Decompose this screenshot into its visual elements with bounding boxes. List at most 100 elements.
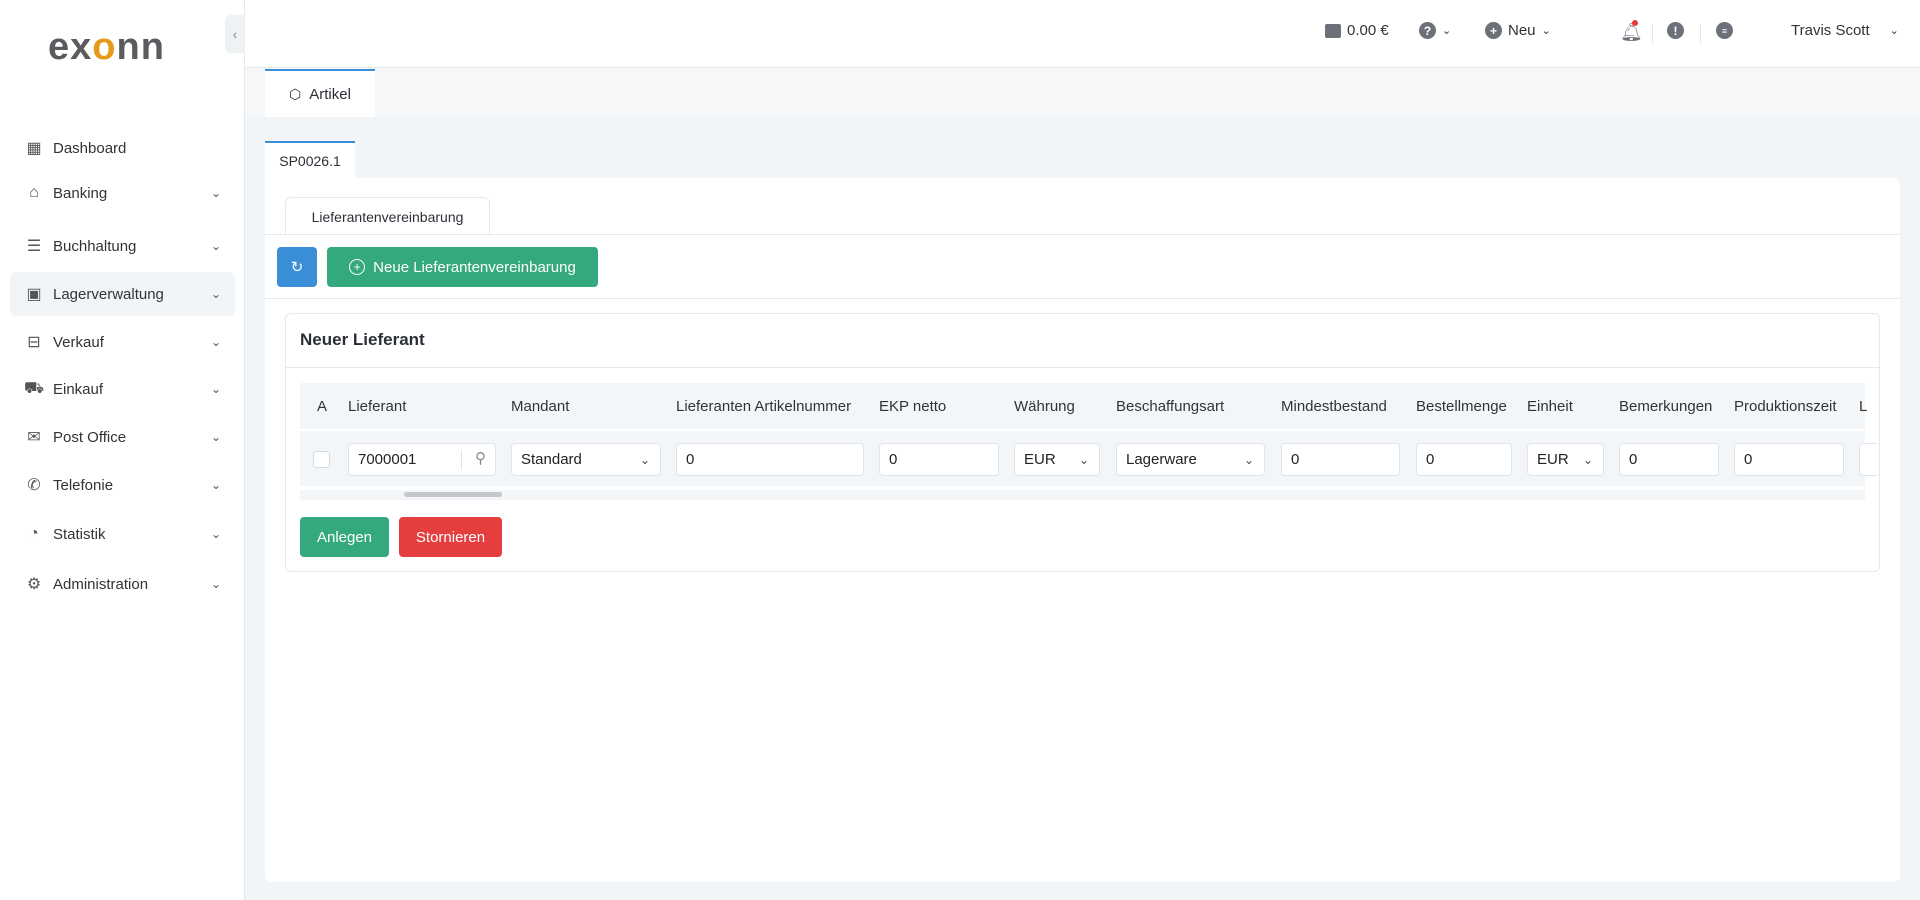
column-header: Lieferant <box>348 398 407 415</box>
divider <box>1700 24 1701 44</box>
user-menu[interactable]: Travis Scott ⌄ <box>1791 22 1899 39</box>
new-agreement-button[interactable]: + Neue Lieferantenvereinbarung <box>327 247 598 287</box>
divider <box>461 450 462 470</box>
divider <box>265 234 1900 235</box>
exonn-logo: exonn <box>48 26 165 68</box>
ekp-input[interactable]: 0 <box>879 443 999 476</box>
mandant-select[interactable]: Standard ⌄ <box>511 443 661 476</box>
artikelnummer-input[interactable]: 0 <box>676 443 864 476</box>
refresh-icon: ↻ <box>290 259 304 276</box>
column-header: Beschaffungsart <box>1116 398 1225 415</box>
anlegen-button[interactable]: Anlegen <box>300 517 389 557</box>
row-checkbox[interactable] <box>313 451 330 468</box>
divider <box>286 367 1879 368</box>
gear-icon: ⚙ <box>26 576 42 593</box>
column-header: Währung <box>1014 398 1075 415</box>
plus-circle-icon: + <box>1485 22 1502 39</box>
bank-icon: ⌂ <box>29 184 39 201</box>
produktionszeit-input[interactable]: 0 <box>1734 443 1844 476</box>
card-title: Neuer Lieferant <box>300 330 425 349</box>
sidebar-item-administration[interactable]: ⚙ Administration ⌄ <box>10 562 235 606</box>
topbar: 0.00 € ? ⌄ + Neu ⌄ 🔔︎ ! ≡ Travis Scott ⌄ <box>245 0 1920 68</box>
sidebar-item-telefonie[interactable]: ✆ Telefonie ⌄ <box>10 463 235 507</box>
column-header: Bemerkungen <box>1619 398 1713 415</box>
partial-input[interactable] <box>1859 443 1879 476</box>
help-icon: ? <box>1419 22 1436 39</box>
column-header: A <box>317 398 328 415</box>
chevron-down-icon: ⌄ <box>210 186 221 200</box>
notifications-button[interactable]: 🔔︎ <box>1620 20 1643 43</box>
tab-strip <box>245 68 1920 117</box>
einheit-select[interactable]: EUR ⌄ <box>1527 443 1604 476</box>
chat-button[interactable]: ≡ <box>1716 22 1733 39</box>
collapse-sidebar-button[interactable]: ‹ <box>225 15 245 53</box>
plus-circle-icon: + <box>349 259 366 275</box>
beschaffungsart-select[interactable]: Lagerware ⌄ <box>1116 443 1265 476</box>
bestellmenge-input[interactable]: 0 <box>1416 443 1512 476</box>
chevron-down-icon: ⌄ <box>1442 25 1452 37</box>
chevron-down-icon: ⌄ <box>210 527 221 541</box>
divider <box>1652 24 1653 44</box>
column-header: Produktionszeit <box>1734 398 1837 415</box>
chevron-down-icon: ⌄ <box>210 382 221 396</box>
sidebar: exonn ‹ ▦ Dashboard ⌂ Banking ⌄ ☰ Buchhaltung ⌄… <box>0 0 245 900</box>
alerts-button[interactable]: ! <box>1667 22 1684 39</box>
chevron-down-icon: ⌄ <box>210 430 221 444</box>
column-header: Lieferanten Artikelnummer <box>676 398 852 415</box>
column-header: Mandant <box>511 398 570 415</box>
cart-icon: ⛟ <box>24 380 45 397</box>
chevron-down-icon: ⌄ <box>210 239 221 253</box>
scrollbar-thumb[interactable] <box>404 492 502 497</box>
new-menu[interactable]: + Neu ⌄ <box>1485 22 1551 39</box>
mindestbestand-input[interactable]: 0 <box>1281 443 1400 476</box>
chevron-down-icon: ⌄ <box>1582 452 1593 467</box>
sidebar-item-dashboard[interactable]: ▦ Dashboard <box>10 126 235 170</box>
lieferant-input[interactable]: 7000001 ⚲ <box>348 443 496 476</box>
phone-icon: ✆ <box>27 477 41 494</box>
column-header: L <box>1859 398 1868 415</box>
divider <box>265 298 1900 299</box>
sidebar-item-buchhaltung[interactable]: ☰ Buchhaltung ⌄ <box>10 224 235 268</box>
mail-icon: ✉ <box>27 429 41 446</box>
refresh-button[interactable]: ↻ <box>277 247 317 287</box>
chevron-down-icon: ⌄ <box>1243 452 1254 467</box>
chevron-down-icon: ⌄ <box>1078 452 1089 467</box>
chevron-down-icon: ⌄ <box>210 478 221 492</box>
chevron-left-icon: ‹ <box>232 26 238 42</box>
sidebar-item-banking[interactable]: ⌂ Banking ⌄ <box>10 171 235 215</box>
stornieren-button[interactable]: Stornieren <box>399 517 502 557</box>
column-header: Mindestbestand <box>1281 398 1387 415</box>
wallet-icon <box>1325 23 1341 38</box>
notification-dot <box>1632 20 1638 26</box>
sidebar-item-verkauf[interactable]: ⊟ Verkauf ⌄ <box>10 320 235 364</box>
tab-artikel[interactable]: ⬡ Artikel <box>265 69 375 117</box>
tab-record[interactable]: SP0026.1 <box>265 141 355 179</box>
chevron-down-icon: ⌄ <box>210 577 221 591</box>
tab-lieferantenvereinbarung[interactable]: Lieferantenvereinbarung <box>285 197 490 235</box>
box-icon: ⬡ <box>289 85 302 102</box>
exclamation-icon: ! <box>1667 22 1684 39</box>
help-menu[interactable]: ? ⌄ <box>1419 22 1451 39</box>
chevron-down-icon: ⌄ <box>639 452 650 467</box>
grid-icon: ▦ <box>26 140 42 157</box>
bemerkungen-input[interactable]: 0 <box>1619 443 1719 476</box>
sidebar-item-lagerverwaltung[interactable]: ▣ Lagerverwaltung ⌄ <box>10 272 235 316</box>
chevron-down-icon: ⌄ <box>1541 25 1551 37</box>
sidebar-item-post-office[interactable]: ✉ Post Office ⌄ <box>10 415 235 459</box>
chevron-down-icon: ⌄ <box>210 287 221 301</box>
sidebar-item-statistik[interactable]: ◔ Statistik ⌄ <box>10 512 235 556</box>
column-header: EKP netto <box>879 398 947 415</box>
sidebar-item-einkauf[interactable]: ⛟ Einkauf ⌄ <box>10 367 235 411</box>
wallet-balance[interactable]: 0.00 € <box>1325 22 1389 39</box>
warehouse-icon: ▣ <box>26 286 42 303</box>
column-header: Bestellmenge <box>1416 398 1507 415</box>
waehrung-select[interactable]: EUR ⌄ <box>1014 443 1100 476</box>
horizontal-scrollbar[interactable] <box>300 490 1865 500</box>
column-header: Einheit <box>1527 398 1573 415</box>
search-icon[interactable]: ⚲ <box>475 449 486 467</box>
chevron-down-icon: ⌄ <box>1889 25 1899 37</box>
chevron-down-icon: ⌄ <box>210 335 221 349</box>
pie-chart-icon: ◔ <box>29 525 39 542</box>
ledger-icon: ☰ <box>26 238 42 255</box>
chat-icon: ≡ <box>1716 22 1733 39</box>
